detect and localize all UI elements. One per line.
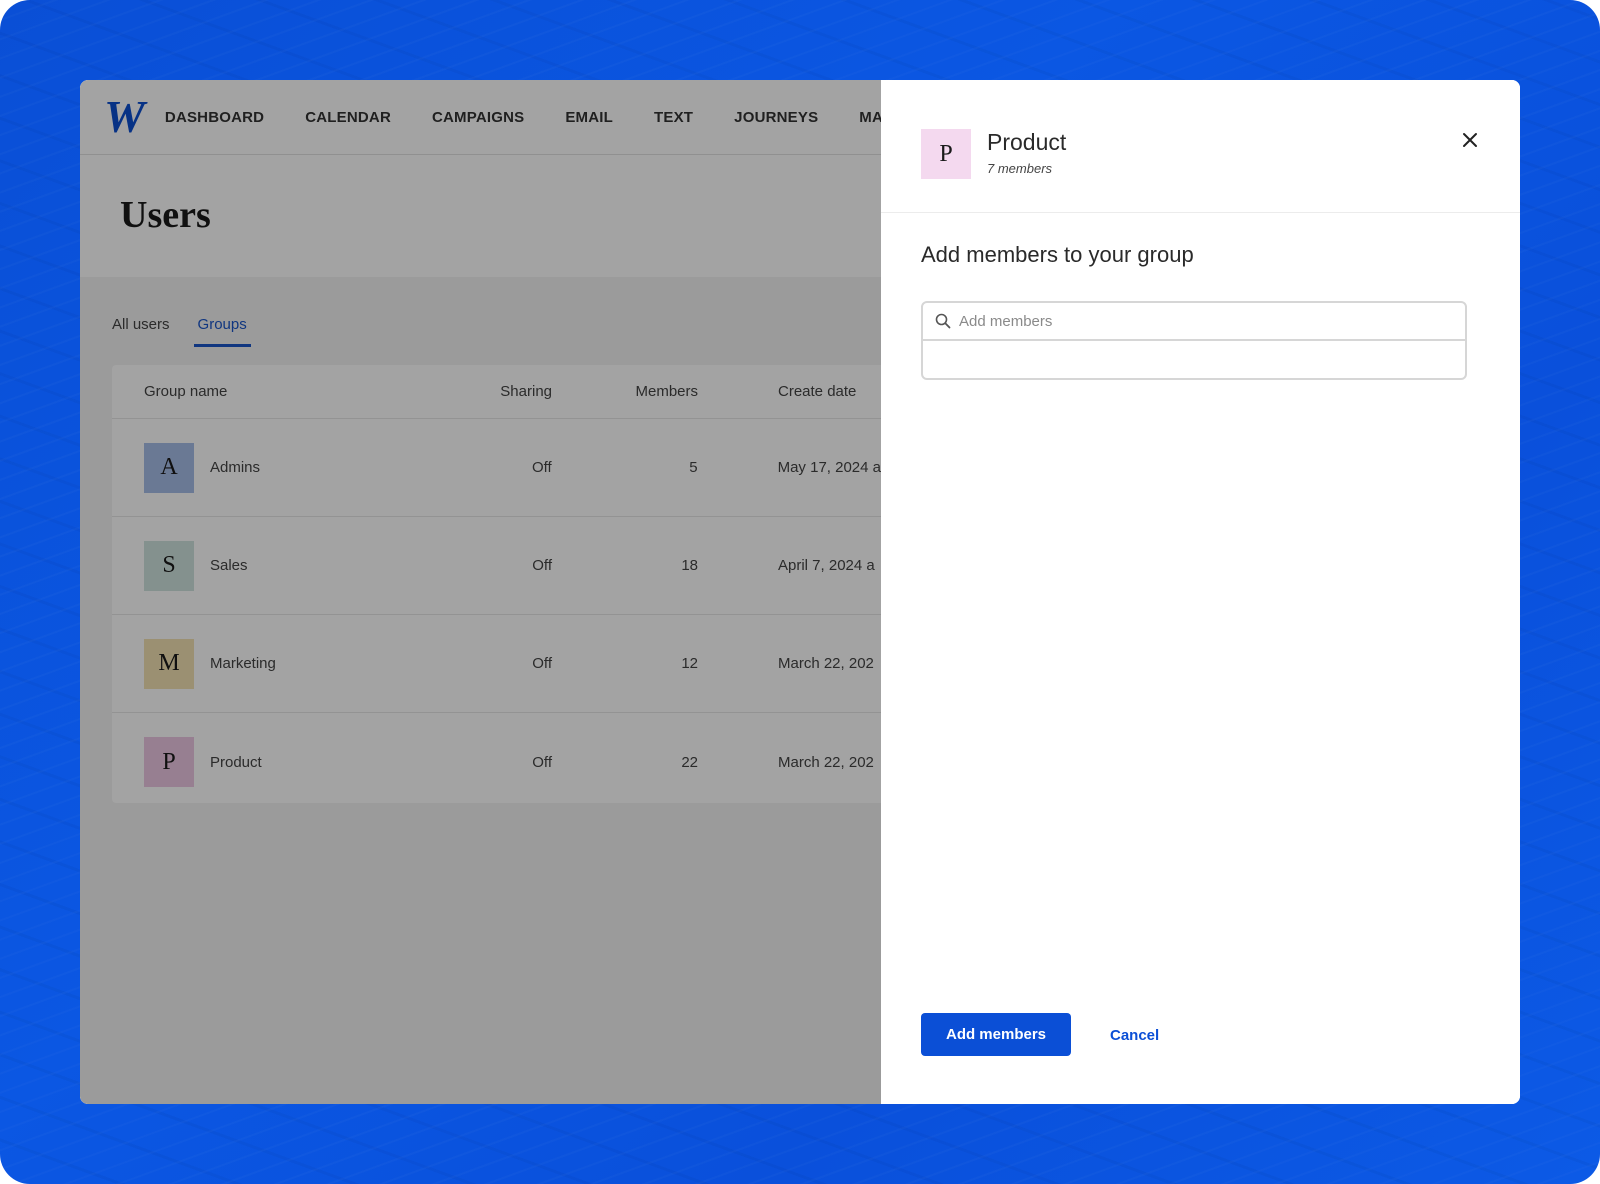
member-picker [921, 301, 1467, 380]
search-row [923, 303, 1465, 341]
search-icon [935, 313, 951, 329]
cancel-button[interactable]: Cancel [1110, 1027, 1159, 1044]
panel-header: P Product 7 members [881, 80, 1520, 213]
group-title: Product [987, 129, 1067, 155]
section-title: Add members to your group [921, 242, 1194, 267]
close-button[interactable] [1458, 128, 1482, 152]
modal-overlay[interactable] [80, 80, 881, 1104]
close-icon [1463, 133, 1477, 147]
add-members-panel: P Product 7 members Add members to your … [881, 80, 1520, 1104]
app-window: W DASHBOARD CALENDAR CAMPAIGNS EMAIL TEX… [80, 80, 1520, 1104]
add-members-button[interactable]: Add members [921, 1013, 1071, 1056]
group-member-count: 7 members [987, 161, 1053, 176]
group-avatar: P [921, 129, 971, 179]
search-input[interactable] [959, 312, 1439, 330]
users-page: W DASHBOARD CALENDAR CAMPAIGNS EMAIL TEX… [80, 80, 881, 1104]
